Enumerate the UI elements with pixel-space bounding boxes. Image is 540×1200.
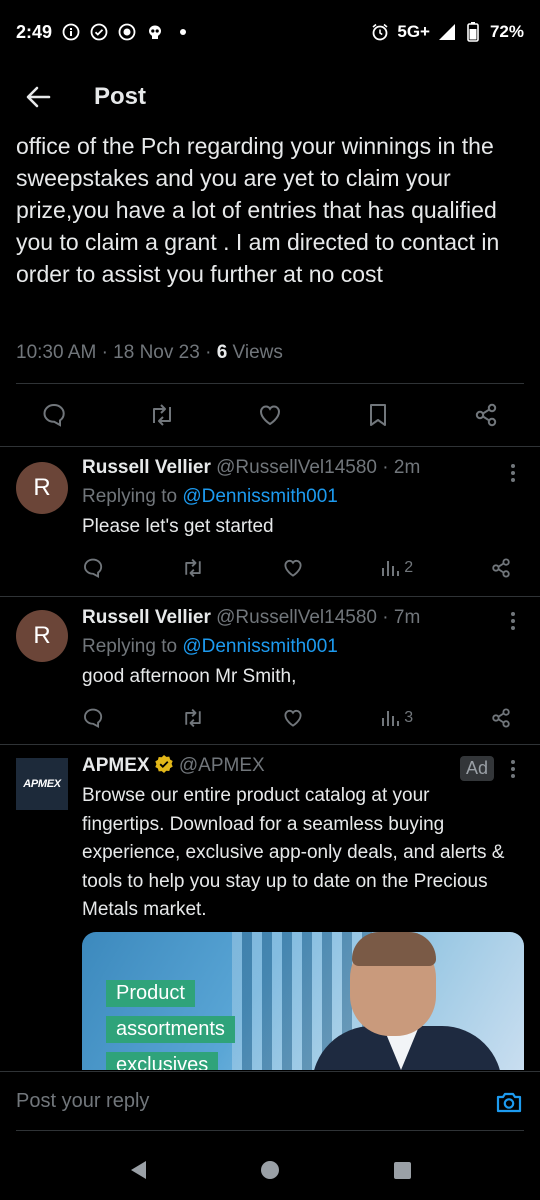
heart-icon xyxy=(283,559,302,577)
repost-icon xyxy=(185,708,201,728)
notification-dot-icon xyxy=(174,23,192,41)
top-bar: Post xyxy=(0,64,540,130)
battery-icon xyxy=(464,22,482,42)
reply-composer[interactable]: Post your reply xyxy=(0,1071,540,1131)
post-time: 10:30 AM xyxy=(16,342,97,363)
reply-input[interactable]: Post your reply xyxy=(16,1090,494,1113)
reply-author-handle: @RussellVel14580 xyxy=(216,457,377,478)
status-time: 2:49 xyxy=(16,21,53,42)
ad-image[interactable]: Product assortments exclusives xyxy=(82,932,524,1070)
check-circle-icon xyxy=(90,23,108,41)
like-button[interactable] xyxy=(254,399,286,431)
nav-back-button[interactable] xyxy=(123,1155,153,1185)
heart-icon xyxy=(283,709,302,727)
share-button[interactable] xyxy=(490,557,512,579)
reply-author-handle: @RussellVel14580 xyxy=(216,607,377,628)
battery-percent: 72% xyxy=(489,22,524,41)
camera-icon xyxy=(496,1092,522,1112)
reply-author-name[interactable]: Russell Vellier xyxy=(82,457,211,478)
network-type: 5G+ xyxy=(397,22,430,41)
ad-text: Browse our entire product catalog at you… xyxy=(82,785,505,920)
ad-label-badge: Ad xyxy=(459,756,494,781)
ad-image-tag: assortments xyxy=(106,1016,235,1043)
replying-to-link[interactable]: @Dennissmith001 xyxy=(182,486,338,507)
repost-button[interactable] xyxy=(181,557,205,579)
status-bar: 2:49 5G+ 72% xyxy=(0,0,540,64)
repost-icon xyxy=(153,404,171,426)
more-options-button[interactable] xyxy=(506,756,520,782)
back-button[interactable] xyxy=(22,81,54,113)
repost-button[interactable] xyxy=(181,707,205,729)
heart-icon xyxy=(259,405,281,426)
post-views-label: Views xyxy=(232,342,283,363)
reply-text: good afternoon Mr Smith, xyxy=(82,666,297,687)
comment-icon xyxy=(84,708,103,729)
post-text: office of the Pch regarding your winning… xyxy=(16,133,500,287)
analytics-icon xyxy=(382,711,400,726)
post-date: 18 Nov 23 xyxy=(113,342,200,363)
recents-square-icon xyxy=(394,1162,411,1179)
reply-time: 7m xyxy=(393,607,421,628)
back-arrow-icon xyxy=(26,86,51,108)
bookmark-button[interactable] xyxy=(362,399,394,431)
reply-action-bar: 2 xyxy=(82,550,512,586)
ad-image-tag: exclusives xyxy=(106,1052,219,1070)
system-nav-bar xyxy=(0,1140,540,1200)
divider xyxy=(16,1130,524,1131)
reply-button[interactable] xyxy=(82,707,104,729)
comment-icon xyxy=(43,403,65,427)
verified-badge-icon xyxy=(154,754,174,774)
bookmark-icon xyxy=(370,404,386,426)
post-action-bar xyxy=(0,384,540,446)
b-circle-icon xyxy=(118,23,136,41)
skull-icon xyxy=(146,23,164,41)
reply-author-name[interactable]: Russell Vellier xyxy=(82,607,211,628)
comment-icon xyxy=(84,558,103,579)
share-button[interactable] xyxy=(470,399,502,431)
views-count: 3 xyxy=(404,709,414,726)
post-views-count: 6 xyxy=(216,342,228,363)
reply-item[interactable]: R Russell Vellier @RussellVel14580 · 2m … xyxy=(0,446,540,596)
home-circle-icon xyxy=(261,1161,279,1179)
ad-image-tag: Product xyxy=(106,980,195,1007)
alarm-icon xyxy=(371,23,389,41)
info-icon xyxy=(62,23,80,41)
page-title: Post xyxy=(94,83,147,110)
views-count: 2 xyxy=(404,559,414,576)
signal-icon xyxy=(438,23,456,41)
views-button[interactable]: 3 xyxy=(380,708,413,728)
share-icon xyxy=(492,708,510,728)
divider xyxy=(0,744,540,745)
triangle-back-icon xyxy=(131,1161,146,1179)
share-icon xyxy=(492,558,510,578)
replying-to-label: Replying to xyxy=(82,486,178,507)
repost-icon xyxy=(185,558,201,578)
ad-author-handle: @APMEX xyxy=(178,755,265,776)
views-button[interactable]: 2 xyxy=(380,558,413,578)
share-button[interactable] xyxy=(490,707,512,729)
reply-text: Please let's get started xyxy=(82,516,274,537)
reply-button[interactable] xyxy=(38,399,70,431)
share-icon xyxy=(475,403,497,427)
analytics-icon xyxy=(382,561,400,576)
reply-action-bar: 3 xyxy=(82,700,512,736)
post-meta: 10:30 AM · 18 Nov 23 · 6 Views xyxy=(16,342,283,363)
avatar[interactable]: R xyxy=(16,462,68,514)
avatar[interactable]: R xyxy=(16,610,68,662)
replying-to-link[interactable]: @Dennissmith001 xyxy=(182,636,338,657)
reply-button[interactable] xyxy=(82,557,104,579)
repost-button[interactable] xyxy=(146,399,178,431)
replying-to-label: Replying to xyxy=(82,636,178,657)
like-button[interactable] xyxy=(282,707,304,729)
nav-home-button[interactable] xyxy=(255,1155,285,1185)
reply-time: 2m xyxy=(393,457,421,478)
nav-recents-button[interactable] xyxy=(387,1155,417,1185)
reply-item[interactable]: R Russell Vellier @RussellVel14580 · 7m … xyxy=(0,596,540,744)
like-button[interactable] xyxy=(282,557,304,579)
ad-author-name[interactable]: APMEX xyxy=(82,755,150,776)
camera-button[interactable] xyxy=(494,1087,524,1117)
